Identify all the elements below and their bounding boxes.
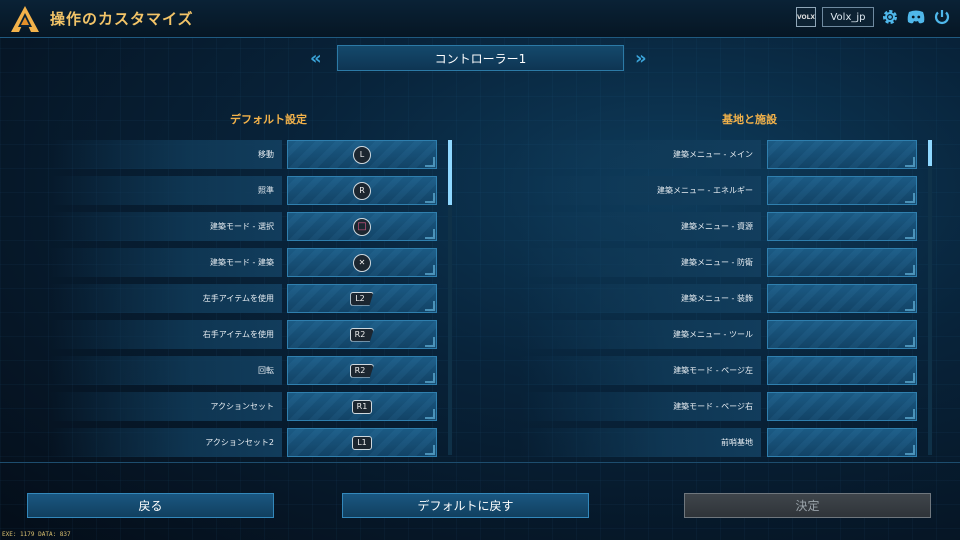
back-button-label: 戻る [138,499,163,513]
version-info: EXE: 1179 DATA: 837 [2,531,71,538]
back-button[interactable]: 戻る [27,493,274,518]
username-display[interactable]: Volx_jp [822,7,874,27]
binding-action-label: 右手アイテムを使用 [50,320,282,349]
binding-slot[interactable]: L1 [287,428,437,457]
binding-slot[interactable]: R [287,176,437,205]
binding-slot[interactable]: □ [287,212,437,241]
binding-action-label: 回転 [50,356,282,385]
trigger-button-icon: R2 [349,363,375,378]
header-bar: 操作のカスタマイズ VOLX Volx_jp [0,0,960,38]
reset-default-label: デフォルトに戻す [417,499,514,513]
next-controller-arrow[interactable]: » [635,48,647,69]
binding-action-label: 建築モード - ページ左 [520,356,761,385]
cross-button-icon: ✕ [353,253,371,272]
binding-slot[interactable]: L [287,140,437,169]
settings-gear-icon[interactable] [880,7,900,27]
app-logo-icon [11,6,39,32]
discord-icon[interactable] [906,7,926,27]
left-scrollbar[interactable] [448,140,452,455]
binding-slot[interactable] [767,392,917,421]
binding-action-label: 建築メニュー - ツール [520,320,761,349]
binding-slot[interactable] [767,176,917,205]
binding-action-label: 建築メニュー - エネルギー [520,176,761,205]
stick-button-icon: R [353,181,371,200]
binding-slot[interactable]: R2 [287,356,437,385]
binding-slot[interactable]: ✕ [287,248,437,277]
footer-divider [0,462,960,463]
binding-action-label: 前哨基地 [520,428,761,457]
trigger-button-icon: R2 [349,327,375,342]
left-scrollbar-thumb[interactable] [448,140,452,205]
binding-action-label: 建築メニュー - 装飾 [520,284,761,313]
binding-slot[interactable] [767,140,917,169]
binding-slot[interactable] [767,248,917,277]
binding-slot[interactable]: R2 [287,320,437,349]
binding-action-label: 建築メニュー - メイン [520,140,761,169]
binding-action-label: 建築モード - 選択 [50,212,282,241]
binding-action-label: アクションセット [50,392,282,421]
binding-slot[interactable] [767,356,917,385]
reset-default-button[interactable]: デフォルトに戻す [342,493,589,518]
controller-label: コントローラー1 [434,51,527,66]
binding-action-label: 左手アイテムを使用 [50,284,282,313]
power-icon[interactable] [932,7,952,27]
default-settings-heading: デフォルト設定 [230,113,307,126]
binding-action-label: 建築モード - 建築 [50,248,282,277]
binding-slot[interactable] [767,284,917,313]
right-scrollbar-thumb[interactable] [928,140,932,166]
stick-button-icon: L [353,145,371,164]
confirm-button[interactable]: 決定 [684,493,931,518]
trigger-button-icon: L2 [350,291,374,306]
prev-controller-arrow[interactable]: « [310,48,322,69]
bumper-button-icon: R1 [351,399,373,414]
controller-selector[interactable]: コントローラー1 [337,45,624,71]
binding-action-label: 建築メニュー - 防衛 [520,248,761,277]
binding-action-label: 建築モード - ページ右 [520,392,761,421]
binding-action-label: 建築メニュー - 資源 [520,212,761,241]
confirm-button-label: 決定 [795,499,820,513]
binding-action-label: 移動 [50,140,282,169]
binding-slot[interactable] [767,212,917,241]
page-title: 操作のカスタマイズ [50,10,194,28]
volx-badge: VOLX [796,7,816,27]
square-button-icon: □ [353,217,371,236]
binding-action-label: 照準 [50,176,282,205]
binding-slot[interactable] [767,428,917,457]
bumper-button-icon: L1 [352,435,372,450]
right-scrollbar[interactable] [928,140,932,455]
binding-slot[interactable]: L2 [287,284,437,313]
binding-slot[interactable]: R1 [287,392,437,421]
binding-action-label: アクションセット2 [50,428,282,457]
base-facilities-heading: 基地と施設 [722,113,777,126]
binding-slot[interactable] [767,320,917,349]
